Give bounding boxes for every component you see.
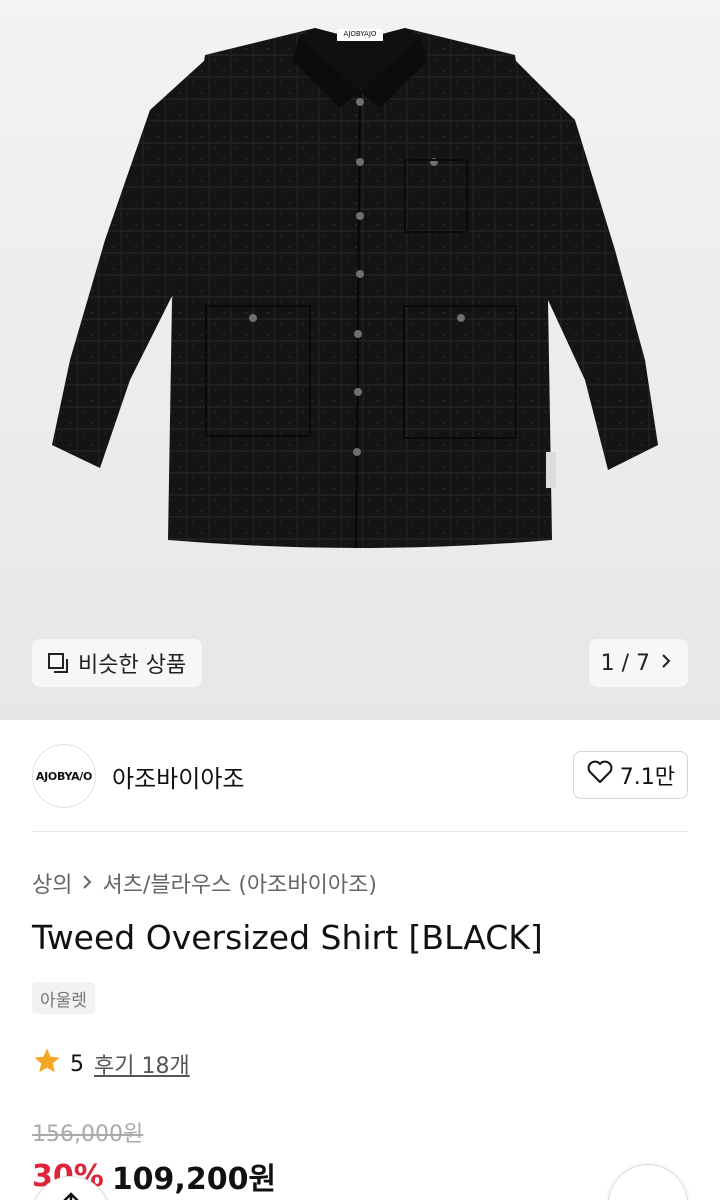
breadcrumb-subcategory[interactable]: 셔츠/블라우스 (아조바이아조) [102,867,376,899]
heart-icon [586,759,614,791]
image-counter-button[interactable]: 1 / 7 [588,639,688,687]
chevron-right-icon [660,651,672,676]
breadcrumb: 상의 셔츠/블라우스 (아조바이아조) [32,867,377,899]
floating-action-button[interactable] [608,1164,688,1200]
reviews-link[interactable]: 후기 18개 [94,1048,190,1080]
shirt-label: AJOBYAJO [343,30,377,38]
product-photo [52,28,658,549]
star-icon [32,1046,62,1082]
product-image-gallery[interactable]: AJOBYAJO 비슷한 상품 1 / 7 [0,0,720,720]
brand-logo-text: AJOBYA/O [35,769,93,783]
like-button[interactable]: 7.1만 [572,751,688,799]
original-price: 156,000원 [32,1122,144,1147]
image-counter: 1 / 7 [600,650,650,676]
outlet-tag: 아울렛 [32,982,95,1014]
sale-price: 109,200원 [111,1162,277,1197]
rating-score: 5 [70,1051,84,1077]
similar-products-button[interactable]: 비슷한 상품 [32,639,203,687]
rating-row: 5 후기 18개 [32,1046,190,1082]
chevron-right-icon [82,871,92,896]
overlapping-squares-icon [46,651,70,675]
breadcrumb-category[interactable]: 상의 [32,867,72,899]
arrow-up-icon [59,1189,83,1200]
divider [32,831,688,832]
brand-row: AJOBYA/O 아조바이아조 7.1만 [32,744,688,808]
brand-logo[interactable]: AJOBYA/O [32,744,96,808]
similar-products-label: 비슷한 상품 [78,653,187,678]
like-count: 7.1만 [619,765,675,790]
brand-name[interactable]: 아조바이아조 [112,759,244,794]
product-title: Tweed Oversized Shirt [BLACK] [32,918,543,957]
